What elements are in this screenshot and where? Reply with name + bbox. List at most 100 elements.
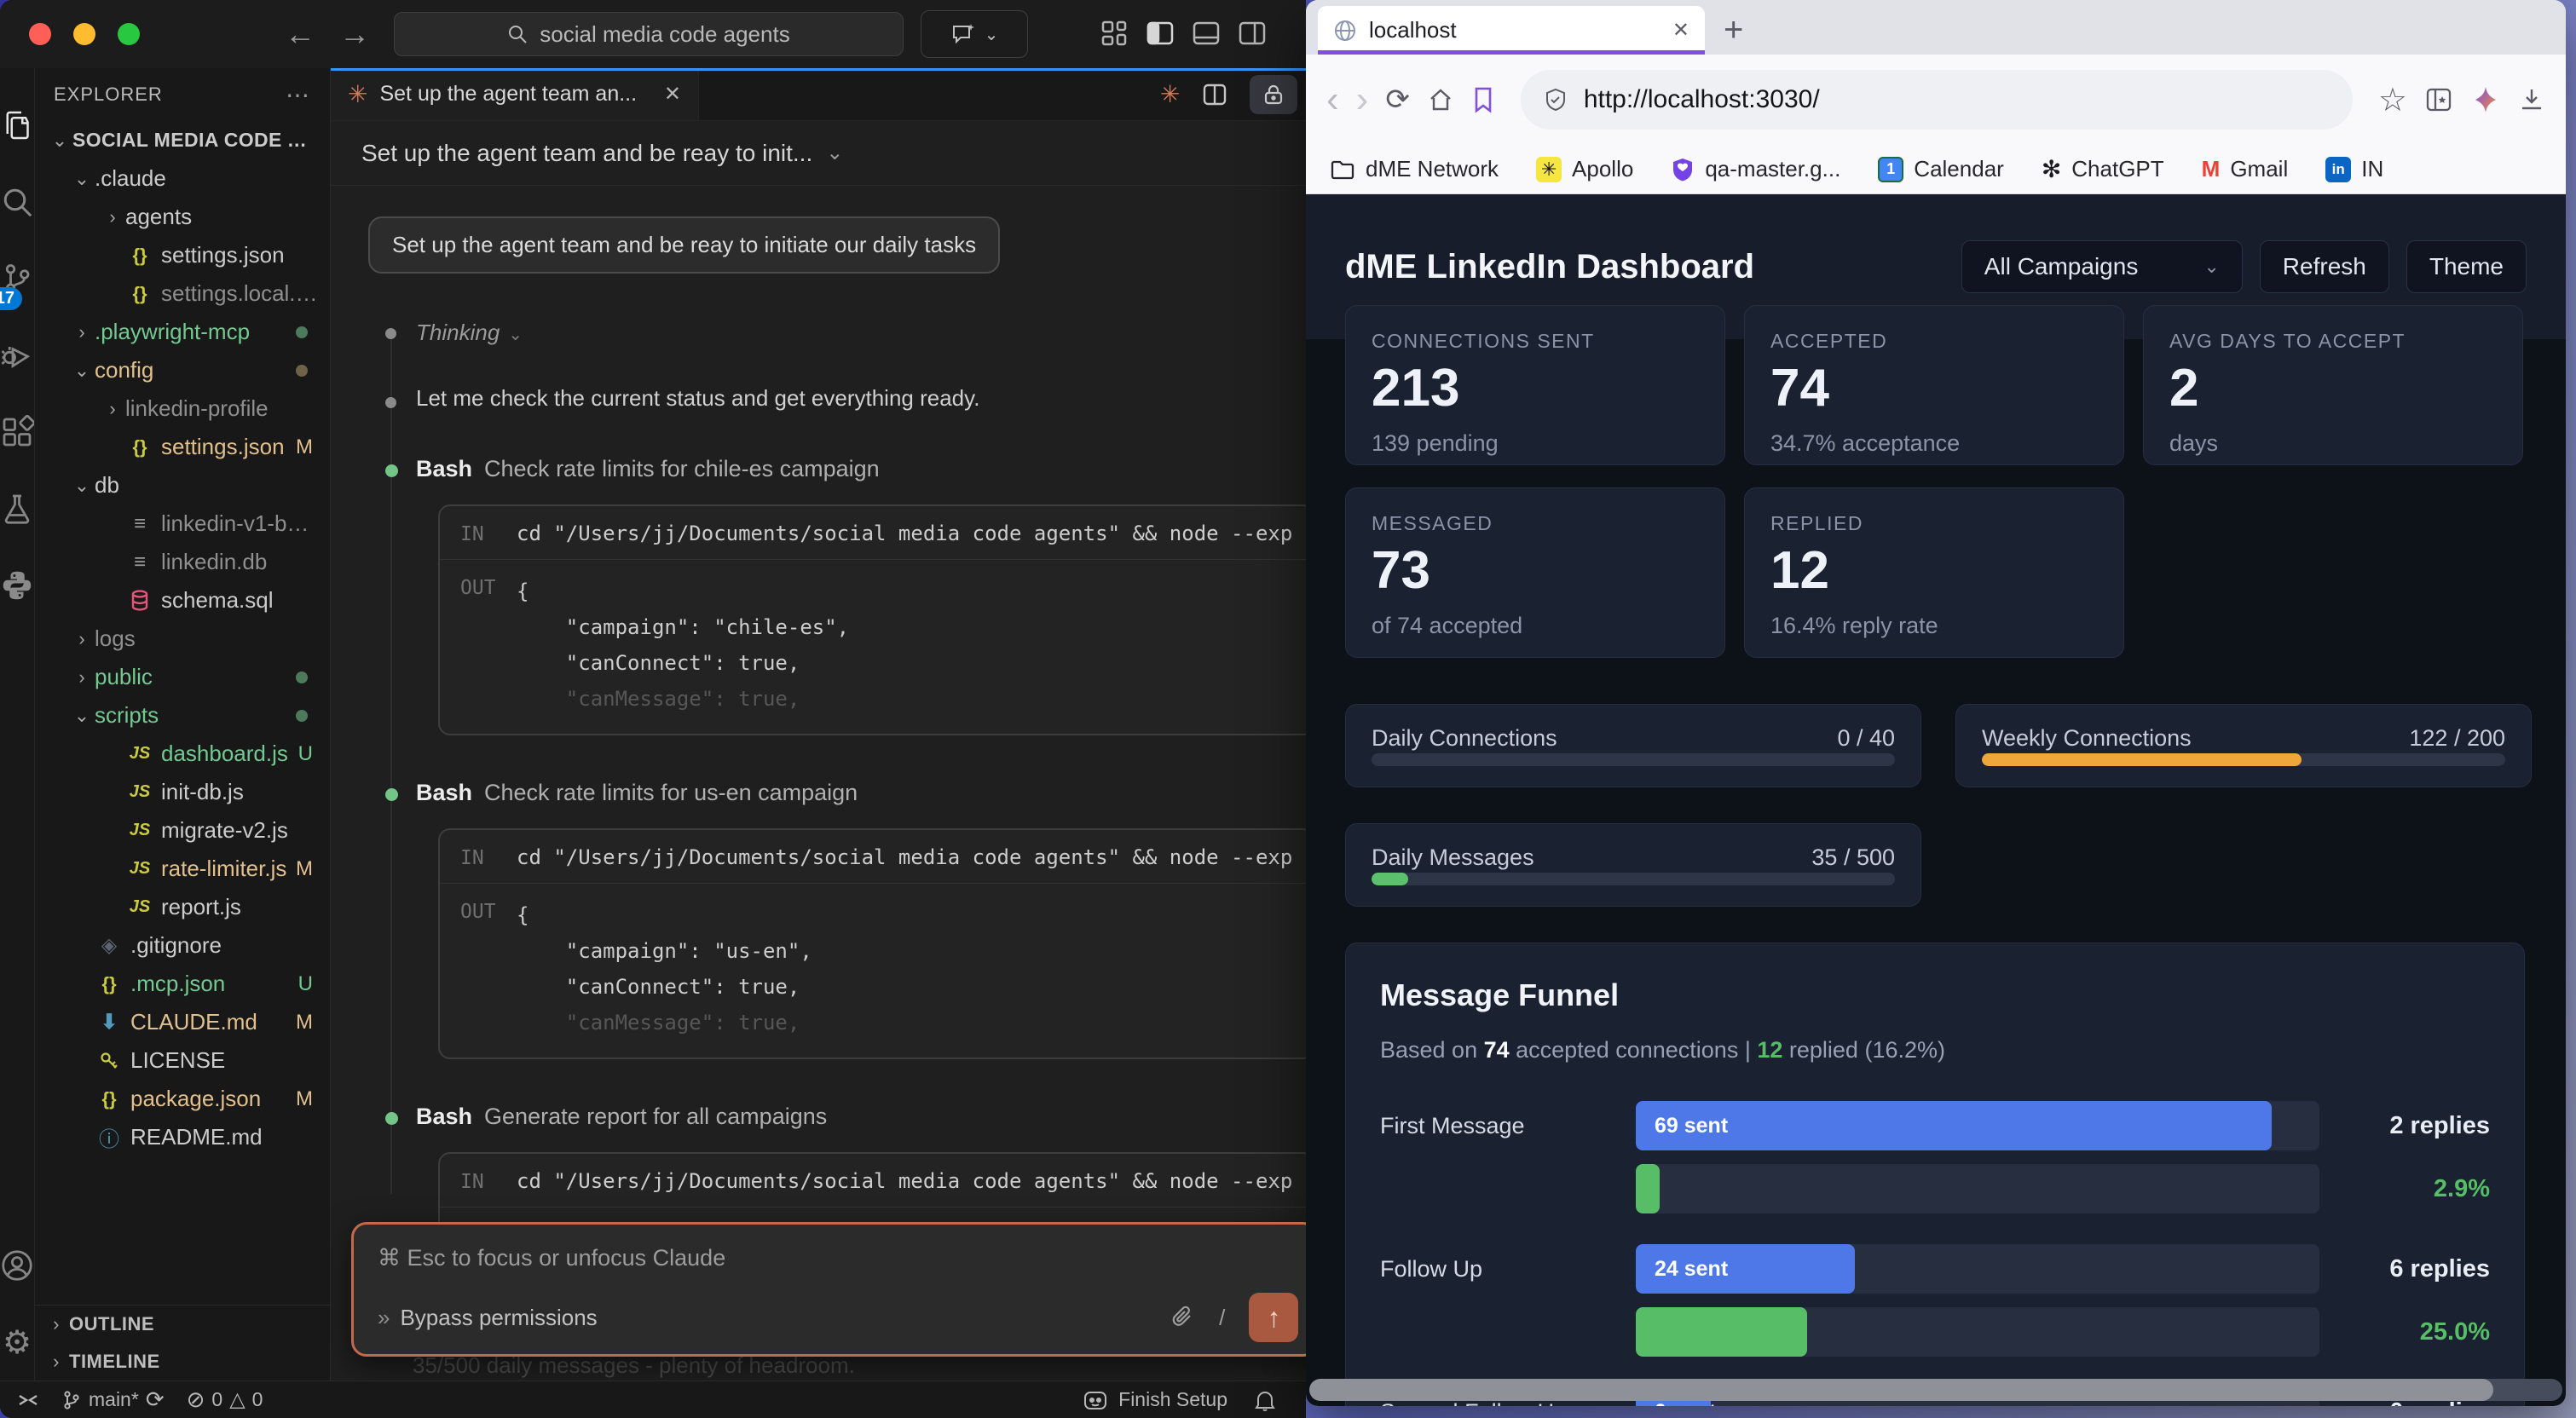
url-bar[interactable]: http://localhost:3030/ <box>1521 70 2353 130</box>
bookmark-flag-icon[interactable] <box>1471 86 1495 113</box>
downloads-icon[interactable] <box>2518 86 2545 113</box>
tool-step-header[interactable]: BashGenerate report for all campaigns <box>416 1104 1306 1130</box>
search-view-icon[interactable] <box>0 164 34 240</box>
bookmark-star-icon[interactable]: ☆ <box>2378 81 2407 119</box>
shield-permissions-icon[interactable] <box>1543 87 1568 112</box>
forward-icon[interactable]: › <box>1356 81 1369 118</box>
settings-gear-icon[interactable]: ⚙ <box>0 1304 34 1381</box>
command-center-search[interactable]: social media code agents <box>394 12 904 56</box>
bookmark-item[interactable]: ✻ChatGPT <box>2042 155 2164 183</box>
tree-item[interactable]: ›linkedin-profile <box>35 389 330 428</box>
claude-session-tab[interactable]: ✳ Set up the agent team an... ✕ <box>331 68 699 120</box>
notifications-bell-icon[interactable] <box>1253 1388 1277 1412</box>
close-tab-icon[interactable]: ✕ <box>1672 18 1689 43</box>
scrollbar-thumb[interactable] <box>1309 1379 2493 1401</box>
tree-item[interactable]: {}settings.jsonM <box>35 428 330 466</box>
customize-layout-icon[interactable] <box>1100 19 1129 48</box>
timeline-section[interactable]: ›TIMELINE <box>35 1343 330 1381</box>
tree-item[interactable]: {}.mcp.jsonU <box>35 965 330 1003</box>
tree-item[interactable]: ≡linkedin-v1-backup.... <box>35 504 330 543</box>
copilot-chat-dropdown[interactable]: ⌄ <box>921 10 1028 58</box>
bookmark-item[interactable]: MGmail <box>2202 156 2289 182</box>
lock-icon[interactable] <box>1250 75 1297 114</box>
bookmark-item[interactable]: ✳Apollo <box>1536 156 1633 182</box>
tree-item[interactable]: ⌄config <box>35 351 330 389</box>
window-controls[interactable] <box>29 23 140 45</box>
bookmark-item[interactable]: dME Network <box>1330 156 1499 182</box>
bookmark-item[interactable]: inIN <box>2325 156 2383 182</box>
sidebar-bookmarks-icon[interactable] <box>2424 85 2453 114</box>
tree-item[interactable]: schema.sql <box>35 581 330 620</box>
new-tab-button[interactable]: + <box>1724 11 1743 49</box>
tree-item[interactable]: ⌄scripts <box>35 696 330 735</box>
bypass-permissions-toggle[interactable]: »Bypass permissions <box>378 1305 598 1331</box>
session-title[interactable]: Set up the agent team and be reay to ini… <box>361 140 812 167</box>
tree-item[interactable]: ⬇CLAUDE.mdM <box>35 1003 330 1041</box>
tree-item[interactable]: ◈.gitignore <box>35 926 330 965</box>
claude-actions-icon[interactable]: ✳ <box>1160 80 1180 108</box>
bookmark-item[interactable]: 1Calendar <box>1878 156 2004 182</box>
tree-item[interactable]: JSrate-limiter.jsM <box>35 850 330 888</box>
tool-io-block[interactable]: INcd "/Users/jj/Documents/social media c… <box>438 504 1306 735</box>
bookmark-item[interactable]: qa-master.g... <box>1671 156 1840 182</box>
browser-tab-localhost[interactable]: localhost ✕ <box>1318 6 1705 55</box>
tree-item[interactable]: JSmigrate-v2.js <box>35 811 330 850</box>
tree-item[interactable]: ›.playwright-mcp <box>35 313 330 351</box>
theme-button[interactable]: Theme <box>2406 240 2527 293</box>
finish-setup-button[interactable]: Finish Setup <box>1083 1387 1227 1413</box>
history-forward-icon[interactable]: → <box>339 16 370 52</box>
tree-item[interactable]: {}settings.json <box>35 236 330 274</box>
explorer-more-actions-icon[interactable]: ⋯ <box>286 81 311 109</box>
tree-item[interactable]: JSreport.js <box>35 888 330 926</box>
tool-step-header[interactable]: BashCheck rate limits for chile-es campa… <box>416 456 1306 482</box>
toggle-secondary-sidebar-icon[interactable] <box>1238 19 1267 48</box>
toggle-primary-sidebar-icon[interactable] <box>1146 19 1175 48</box>
tree-item[interactable]: {}package.jsonM <box>35 1080 330 1118</box>
tree-item[interactable]: JSinit-db.js <box>35 773 330 811</box>
explorer-view-icon[interactable] <box>0 87 34 164</box>
extensions-view-icon[interactable] <box>0 394 34 470</box>
tree-item[interactable]: JSdashboard.jsU <box>35 735 330 773</box>
outline-section[interactable]: ›OUTLINE <box>35 1306 330 1343</box>
horizontal-scrollbar[interactable] <box>1309 1379 2562 1401</box>
git-branch-indicator[interactable]: main* ⟳ <box>61 1386 165 1413</box>
claude-prompt-input[interactable]: ⌘ Esc to focus or unfocus Claude »Bypass… <box>351 1222 1306 1357</box>
tool-io-block[interactable]: INcd "/Users/jj/Documents/social media c… <box>438 828 1306 1059</box>
history-back-icon[interactable]: ← <box>285 16 315 52</box>
tree-root-folder[interactable]: ⌄ SOCIAL MEDIA CODE AG... <box>35 121 330 159</box>
tool-step-header[interactable]: BashCheck rate limits for us-en campaign <box>416 780 1306 806</box>
zoom-window-button[interactable] <box>118 23 140 45</box>
home-icon[interactable] <box>1427 86 1454 113</box>
source-control-view-icon[interactable]: 17 <box>0 240 34 317</box>
chevron-down-icon[interactable]: ⌄ <box>826 141 843 165</box>
toggle-panel-icon[interactable] <box>1192 19 1221 48</box>
attach-file-icon[interactable] <box>1171 1306 1195 1329</box>
ai-sparkle-icon[interactable] <box>2470 84 2501 115</box>
tree-item[interactable]: ⌄.claude <box>35 159 330 198</box>
remote-indicator[interactable] <box>17 1389 39 1411</box>
tree-item[interactable]: ≡linkedin.db <box>35 543 330 581</box>
problems-indicator[interactable]: ⊘ 0 △ 0 <box>187 1386 263 1413</box>
run-debug-view-icon[interactable] <box>0 317 34 394</box>
campaign-select[interactable]: All Campaigns⌄ <box>1961 240 2243 293</box>
tree-item[interactable]: ›logs <box>35 620 330 658</box>
tree-item[interactable]: ⌄db <box>35 466 330 504</box>
reload-icon[interactable]: ⟳ <box>1385 83 1410 117</box>
tree-item[interactable]: ›agents <box>35 198 330 236</box>
minimize-window-button[interactable] <box>73 23 95 45</box>
slash-command-icon[interactable]: / <box>1219 1305 1225 1331</box>
accounts-icon[interactable] <box>0 1227 34 1304</box>
tree-item[interactable]: ⓘREADME.md <box>35 1118 330 1156</box>
refresh-button[interactable]: Refresh <box>2260 240 2389 293</box>
close-window-button[interactable] <box>29 23 51 45</box>
thinking-entry[interactable]: Thinking⌄ <box>416 320 1306 346</box>
back-icon[interactable]: ‹ <box>1326 81 1339 118</box>
close-tab-icon[interactable]: ✕ <box>664 82 681 107</box>
tree-item[interactable]: {}settings.local.json <box>35 274 330 313</box>
python-view-icon[interactable] <box>0 547 34 624</box>
split-editor-icon[interactable] <box>1202 82 1227 107</box>
testing-view-icon[interactable] <box>0 470 34 547</box>
send-message-button[interactable]: ↑ <box>1249 1293 1298 1342</box>
tree-item[interactable]: ›public <box>35 658 330 696</box>
tree-item[interactable]: LICENSE <box>35 1041 330 1080</box>
